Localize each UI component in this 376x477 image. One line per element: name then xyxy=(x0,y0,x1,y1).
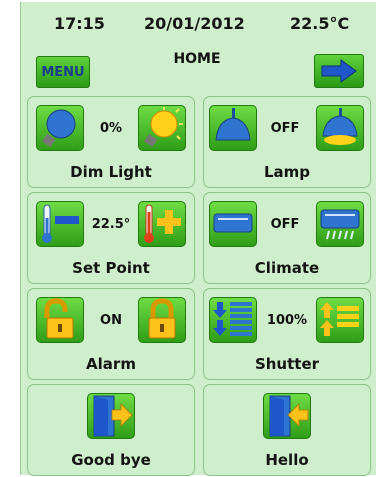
dim-light-on-button[interactable] xyxy=(138,105,186,151)
lamp-off-button[interactable] xyxy=(209,105,257,151)
good-bye-label: Good bye xyxy=(71,451,151,469)
status-temperature: 22.5°C xyxy=(290,14,350,33)
good-bye-button[interactable] xyxy=(87,393,135,439)
tile-climate: OFF Climate xyxy=(203,192,371,284)
set-point-up-button[interactable] xyxy=(138,201,186,247)
thermometer-minus-icon xyxy=(37,202,83,246)
enter-door-icon xyxy=(264,394,310,438)
bulb-on-icon xyxy=(139,106,185,150)
set-point-down-button[interactable] xyxy=(36,201,84,247)
alarm-on-button[interactable] xyxy=(138,297,186,343)
lamp-value: OFF xyxy=(270,121,300,136)
climate-label: Climate xyxy=(254,259,320,277)
page-title: HOME xyxy=(173,51,221,67)
tile-hello: Hello xyxy=(203,384,371,476)
tile-dim-light: 0% Dim Light xyxy=(27,96,195,188)
ac-on-icon xyxy=(317,202,363,246)
set-point-value: 22.5° xyxy=(91,217,131,232)
alarm-off-button[interactable] xyxy=(36,297,84,343)
ac-off-icon xyxy=(210,202,256,246)
shutter-down-button[interactable] xyxy=(209,297,257,343)
exit-door-icon xyxy=(88,394,134,438)
dim-light-value: 0% xyxy=(99,121,123,136)
dim-light-off-button[interactable] xyxy=(36,105,84,151)
lamp-label: Lamp xyxy=(263,163,311,181)
tile-lamp: OFF Lamp xyxy=(203,96,371,188)
shutter-up-icon xyxy=(317,298,363,342)
next-button[interactable] xyxy=(314,54,364,88)
alarm-value: ON xyxy=(100,313,122,328)
padlock-closed-icon xyxy=(139,298,185,342)
dim-light-label: Dim Light xyxy=(70,163,152,181)
lamp-on-button[interactable] xyxy=(316,105,364,151)
lamp-off-icon xyxy=(210,106,256,150)
arrow-right-icon xyxy=(319,58,359,84)
set-point-label: Set Point xyxy=(72,259,150,277)
padlock-open-icon xyxy=(37,298,83,342)
status-date: 20/01/2012 xyxy=(144,14,245,33)
tile-shutter: 100% Shutter xyxy=(203,288,371,380)
tile-good-bye: Good bye xyxy=(27,384,195,476)
thermometer-plus-icon xyxy=(139,202,185,246)
menu-button[interactable]: MENU xyxy=(36,56,90,88)
hello-button[interactable] xyxy=(263,393,311,439)
shutter-label: Shutter xyxy=(254,355,320,373)
climate-off-button[interactable] xyxy=(209,201,257,247)
tile-alarm: ON Alarm xyxy=(27,288,195,380)
shutter-down-icon xyxy=(210,298,256,342)
shutter-up-button[interactable] xyxy=(316,297,364,343)
climate-on-button[interactable] xyxy=(316,201,364,247)
bulb-off-icon xyxy=(37,106,83,150)
climate-value: OFF xyxy=(270,217,300,232)
status-time: 17:15 xyxy=(54,14,105,33)
alarm-label: Alarm xyxy=(86,355,136,373)
tile-set-point: 22.5° Set Point xyxy=(27,192,195,284)
hello-label: Hello xyxy=(265,451,309,469)
shutter-value: 100% xyxy=(266,313,308,328)
lamp-on-icon xyxy=(317,106,363,150)
